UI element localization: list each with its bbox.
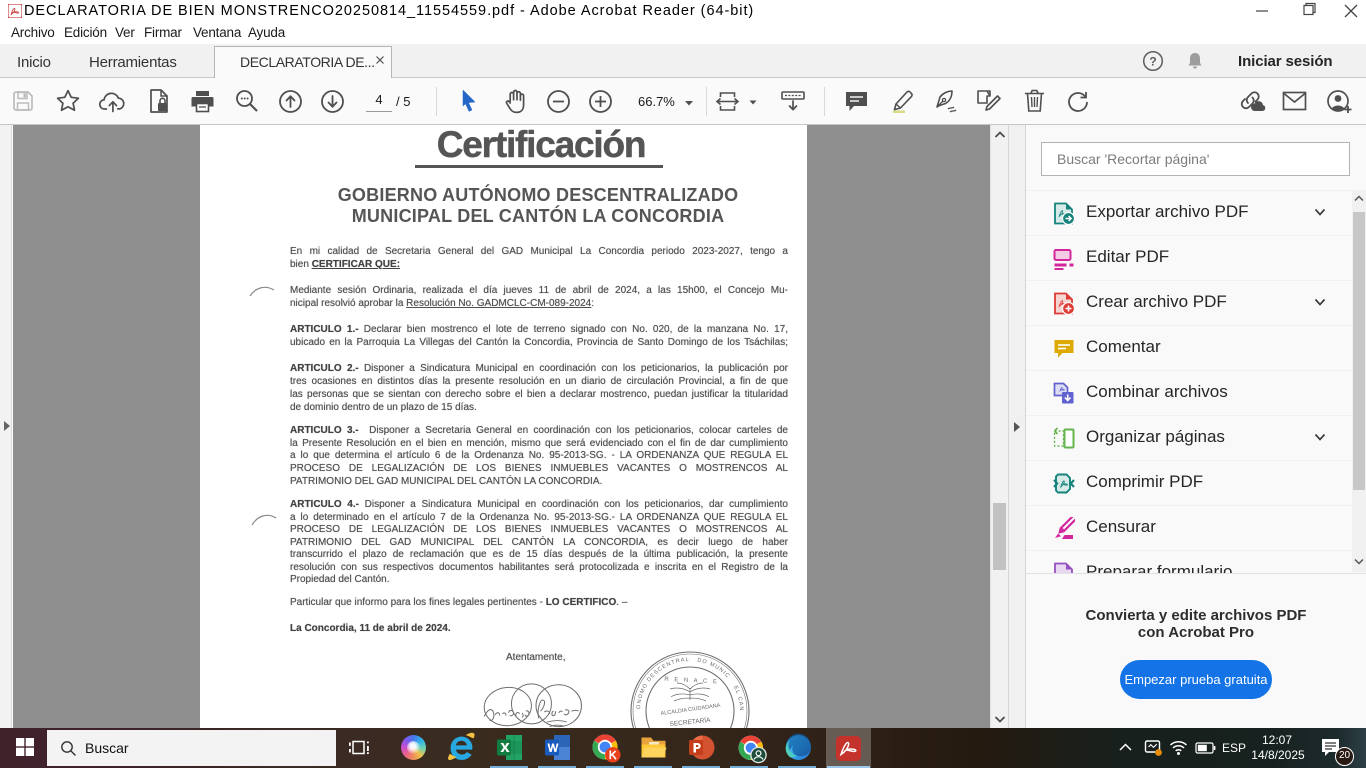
svg-text:SECRETARÍA: SECRETARÍA — [669, 715, 711, 728]
svg-text:R E N A C E: R E N A C E — [664, 677, 719, 686]
svg-text:?: ? — [1149, 55, 1156, 69]
svg-text:ALCALDIA CIUDADANA: ALCALDIA CIUDADANA — [660, 703, 721, 717]
